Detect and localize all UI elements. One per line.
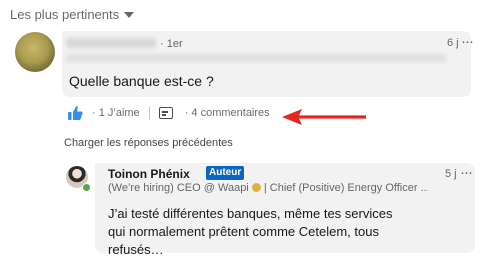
reply-more-icon[interactable]: ··· xyxy=(460,164,473,181)
connection-degree: · 1er xyxy=(160,38,183,50)
reply-author-name[interactable]: Toinon Phénix xyxy=(108,167,190,181)
sort-label: Les plus pertinents xyxy=(10,7,120,22)
headline-part-1: (We’re hiring) CEO @ Waapi xyxy=(108,182,252,194)
headline-part-2: | Chief (Positive) Energy Officer ... xyxy=(260,182,428,194)
commenter-headline-blurred xyxy=(66,54,446,62)
comment-icon[interactable] xyxy=(158,107,173,119)
action-divider xyxy=(148,106,150,120)
comment-actions: · 1 J’aime · 4 commentaires xyxy=(66,104,270,122)
like-count[interactable]: · 1 J’aime xyxy=(92,107,140,119)
comment-text: Quelle banque est-ce ? xyxy=(69,73,214,89)
commenter-avatar[interactable] xyxy=(15,32,55,72)
emoji-icon xyxy=(251,183,261,192)
chevron-down-icon xyxy=(124,11,135,18)
comment-time: 6 j xyxy=(447,37,459,49)
author-badge: Auteur xyxy=(206,166,245,180)
red-arrow-icon xyxy=(282,109,366,125)
load-previous-replies[interactable]: Charger les réponses précédentes xyxy=(64,137,233,149)
reply-time: 5 j xyxy=(445,168,457,180)
commenter-name-blurred[interactable] xyxy=(66,38,156,48)
thumbs-up-icon[interactable] xyxy=(66,104,84,122)
comments-count[interactable]: · 4 commentaires xyxy=(185,107,270,119)
reply-author-headline: (We’re hiring) CEO @ Waapi | Chief (Posi… xyxy=(108,182,428,194)
comment-more-icon[interactable]: ··· xyxy=(461,33,474,50)
online-status-indicator xyxy=(82,183,91,192)
sort-dropdown[interactable]: Les plus pertinents xyxy=(10,7,135,22)
